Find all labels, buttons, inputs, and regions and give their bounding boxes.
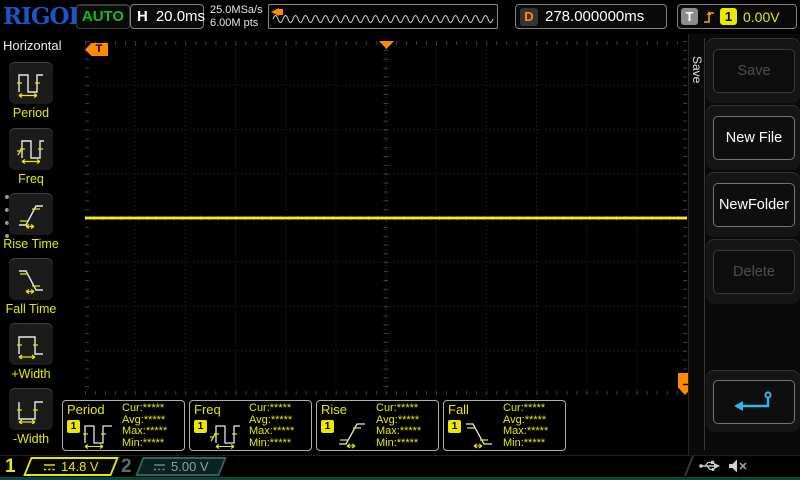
rise-time-icon [19, 205, 43, 229]
measurement-box-freq: Freq 1 Cur:***** Avg:***** Max:***** Min… [189, 400, 312, 451]
channel1-indicator[interactable]: 14.8 V [23, 457, 119, 476]
delay-box: D 278.000000ms [515, 4, 667, 29]
softkey-slot: New File [706, 105, 800, 170]
measurement-values: Cur:***** Avg:***** Max:***** Min:***** [122, 402, 168, 449]
measurement-box-fall: Fall 1 Cur:***** Avg:***** Max:***** Min… [443, 400, 566, 451]
period-icon [17, 74, 43, 98]
back-button[interactable] [713, 380, 795, 424]
system-status-icons [698, 458, 748, 474]
save-button[interactable]: Save [713, 49, 795, 93]
measure-item-neg-width-label: -Width [12, 432, 50, 446]
measure-item-fall-time-label: Fall Time [5, 302, 57, 316]
measure-menu: Horizontal Period Freq Rise Time Fall Ti… [0, 34, 62, 455]
horizontal-scale-value: 20.0ms [155, 8, 206, 25]
channel1-scale: 14.8 V [61, 459, 99, 474]
acquisition-info: 25.0MSa/s 6.00M pts [210, 4, 263, 30]
return-arrow-icon [734, 391, 772, 411]
sample-rate: 25.0MSa/s [210, 4, 263, 16]
run-status-badge: AUTO [76, 4, 130, 29]
trigger-label: T [681, 8, 698, 25]
measurement-values: Cur:***** Avg:***** Max:***** Min:***** [376, 402, 422, 449]
trigger-level-value: 0.00V [743, 8, 780, 25]
menu-edge-line [704, 38, 705, 450]
period-icon [83, 425, 112, 449]
trigger-edge-icon [704, 10, 714, 23]
softkey-slot: Save [706, 38, 800, 103]
measurement-values: Cur:***** Avg:***** Max:***** Min:***** [503, 402, 549, 449]
pos-width-icon [17, 336, 43, 359]
delay-value: 278.000000ms [545, 8, 645, 25]
softkey-slot: Delete [706, 239, 800, 304]
freq-icon [17, 140, 44, 164]
waveform-position-preview [268, 4, 498, 29]
measurement-values: Cur:***** Avg:***** Max:***** Min:***** [249, 402, 295, 449]
measurement-source-badge: 1 [321, 420, 334, 433]
measure-item-fall-time[interactable] [9, 258, 53, 300]
measure-item-freq-label: Freq [18, 172, 44, 186]
measure-item-neg-width[interactable] [9, 388, 53, 430]
measure-item-pos-width-label: +Width [11, 367, 51, 381]
channel1-number: 1 [5, 456, 16, 477]
measure-menu-title: Horizontal [3, 38, 62, 53]
channel2-scale: 5.00 V [171, 459, 209, 474]
channel2-indicator[interactable]: 5.00 V [135, 457, 227, 476]
channel2-number: 2 [121, 456, 132, 477]
measure-item-freq[interactable] [9, 128, 53, 170]
measure-item-period-label: Period [12, 106, 50, 120]
speaker-muted-icon [729, 459, 747, 473]
measurement-source-badge: 1 [194, 420, 207, 433]
measurement-name: Freq [194, 402, 221, 417]
trigger-box: T 1 0.00V [677, 4, 797, 29]
softkey-menu: Save Save New File NewFolder Delete [688, 34, 800, 455]
measure-item-rise-time-label: Rise Time [3, 237, 59, 251]
horizontal-scale-box: H 20.0ms [130, 4, 206, 29]
fall-time-icon [19, 270, 43, 294]
softkey-slot: NewFolder [706, 172, 800, 237]
rigol-logo: RIGOL [3, 3, 85, 30]
measurement-name: Period [67, 402, 105, 417]
measure-item-pos-width[interactable] [9, 323, 53, 365]
measurement-box-rise: Rise 1 Cur:***** Avg:***** Max:***** Min… [316, 400, 439, 451]
softkey-slot [706, 370, 800, 432]
dc-coupling-icon [154, 463, 166, 470]
horizontal-label: H [137, 8, 148, 25]
fall-icon [466, 423, 492, 449]
neg-width-icon [17, 401, 43, 424]
rise-icon [339, 423, 365, 449]
delete-button[interactable]: Delete [713, 250, 795, 294]
memory-depth: 6.00M pts [210, 17, 259, 29]
new-file-button[interactable]: New File [713, 116, 795, 160]
freq-icon [210, 425, 240, 449]
measure-item-period[interactable] [9, 62, 53, 104]
graticule [85, 41, 687, 395]
dc-coupling-icon [44, 463, 56, 470]
measurement-source-badge: 1 [67, 420, 80, 433]
trigger-source-badge: 1 [720, 8, 737, 25]
new-folder-button[interactable]: NewFolder [713, 183, 795, 227]
measurement-name: Fall [448, 402, 469, 417]
preview-wave-icon [272, 15, 494, 23]
measure-item-rise-time[interactable] [9, 193, 53, 235]
measurement-box-period: Period 1 Cur:***** Avg:***** Max:***** M… [62, 400, 185, 451]
measurement-name: Rise [321, 402, 348, 417]
waveform-display: T T [85, 41, 692, 395]
menu-tab-save: Save [690, 56, 704, 84]
oscilloscope-screen: RIGOL AUTO H 20.0ms 25.0MSa/s 6.00M pts … [0, 0, 800, 480]
delay-label: D [520, 7, 538, 26]
usb-icon [699, 460, 720, 471]
measurement-source-badge: 1 [448, 420, 461, 433]
